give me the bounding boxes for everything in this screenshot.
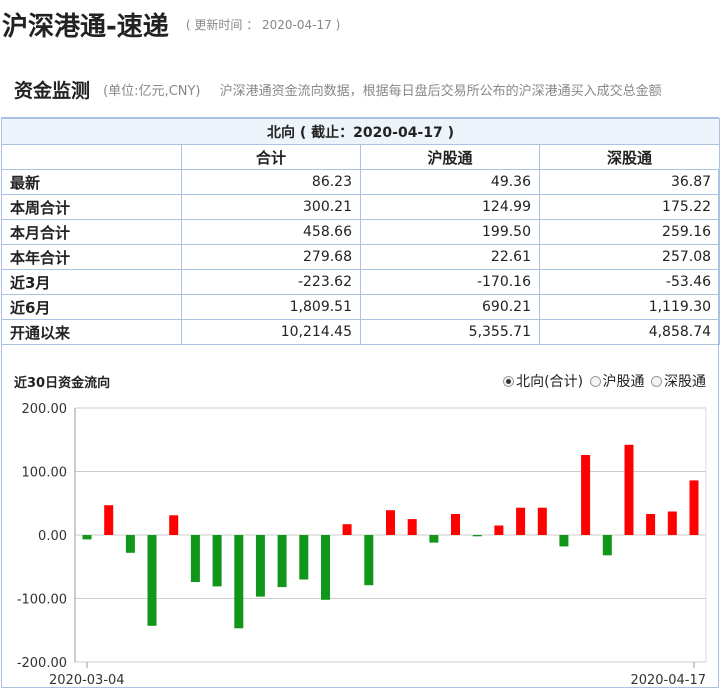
bar [386, 510, 395, 535]
section-title: 资金监测 [14, 80, 91, 102]
header-blank [1, 144, 182, 170]
y-tick-label: 0.00 [38, 529, 67, 544]
page-header: 沪深港通-速递 ( 更新时间 ： 2020-04-17 ) [2, 6, 340, 46]
table-caption: 北向 ( 截止：2020-04-17 ) [0, 118, 721, 145]
bar [169, 515, 179, 535]
cell-shanghai: 199.50 [360, 219, 540, 245]
cell-shenzhen: 175.22 [538, 194, 721, 220]
bar [277, 535, 287, 588]
x-tick-label: 2020-04-17 [630, 673, 706, 688]
cell-total: 10,214.45 [181, 319, 361, 345]
bar [624, 444, 634, 535]
row-label: 最新 [1, 169, 182, 195]
cell-shanghai: 22.61 [360, 244, 540, 270]
bar [407, 519, 417, 535]
update-time: ( 更新时间 ： 2020-04-17 ) [185, 18, 341, 32]
series-selector: 北向(合计) 沪股通 深股通 [501, 371, 706, 391]
y-tick-label: -200.00 [17, 656, 67, 671]
section-description: 沪深港通资金流向数据，根据每日盘后交易所公布的沪深港通买入成交总金额 [219, 84, 662, 99]
bar [342, 524, 352, 535]
bar [581, 455, 591, 535]
cell-shenzhen: -53.46 [538, 269, 721, 295]
cell-shenzhen: 1,119.30 [538, 294, 721, 320]
bar [537, 507, 547, 535]
bar [255, 535, 265, 597]
radio-unselected-icon[interactable] [589, 376, 601, 387]
chart-title: 近30日资金流向 [14, 376, 111, 391]
cell-total: 86.23 [181, 169, 361, 195]
x-tick-label: 2020-03-04 [49, 673, 125, 688]
cell-total: 279.68 [181, 244, 361, 270]
table-row: 本年合计 279.68 22.61 257.08 [1, 244, 721, 270]
cell-shenzhen: 259.16 [538, 219, 721, 245]
cell-shanghai: 5,355.71 [360, 319, 540, 345]
bar [472, 535, 482, 537]
bar [104, 505, 114, 535]
radio-selected-icon[interactable] [503, 376, 515, 387]
y-tick-label: 100.00 [22, 466, 68, 481]
cell-shanghai: -170.16 [360, 269, 540, 295]
flow-bar-chart: 200.00 100.00 0.00 -100.00 -200.00 2020-03-04… [17, 402, 707, 688]
radio-label: 沪股通 [602, 374, 645, 390]
row-label: 近3月 [1, 269, 182, 295]
table-row: 本周合计 300.21 124.99 175.22 [1, 194, 721, 220]
table-row: 开通以来 10,214.45 5,355.71 4,858.74 [1, 319, 721, 345]
bar [321, 535, 330, 600]
bar [429, 535, 439, 543]
cell-shanghai: 49.36 [360, 169, 540, 195]
bar [299, 535, 309, 580]
cell-total: -223.62 [181, 269, 361, 295]
cell-shanghai: 690.21 [360, 294, 540, 320]
bar [147, 535, 157, 626]
row-label: 本周合计 [1, 194, 182, 220]
table-row: 本月合计 458.66 199.50 259.16 [1, 219, 721, 245]
section-header: 资金监测 (单位:亿元,CNY) 沪深港通资金流向数据，根据每日盘后交易所公布的… [14, 76, 722, 106]
bar [559, 535, 569, 547]
bar [212, 535, 222, 587]
table-row: 最新 86.23 49.36 36.87 [1, 169, 721, 195]
radio-shanghai-connect[interactable]: 沪股通 [589, 371, 645, 391]
row-label: 本年合计 [1, 244, 182, 270]
bar [234, 535, 244, 629]
cell-shenzhen: 36.87 [538, 169, 721, 195]
header-total: 合计 [181, 144, 361, 170]
table-row: 近6月 1,809.51 690.21 1,119.30 [1, 294, 721, 320]
header-shenzhen: 深股通 [538, 144, 721, 170]
bar [646, 514, 656, 535]
section-unit: (单位:亿元,CNY) [103, 84, 201, 99]
cell-total: 458.66 [181, 219, 361, 245]
row-label: 本月合计 [1, 219, 182, 245]
cell-total: 1,809.51 [181, 294, 361, 320]
radio-shenzhen-connect[interactable]: 深股通 [651, 371, 706, 391]
bar [82, 535, 92, 540]
bar [667, 511, 677, 535]
bar [190, 535, 200, 582]
bar [125, 535, 135, 553]
bar [451, 514, 460, 535]
cell-shanghai: 124.99 [360, 194, 540, 220]
cell-total: 300.21 [181, 194, 361, 220]
table-header-row: 合计 沪股通 深股通 [1, 144, 721, 170]
table-row: 近3月 -223.62 -170.16 -53.46 [1, 269, 721, 295]
y-tick-label: -100.00 [17, 593, 67, 608]
radio-label: 北向(合计) [516, 374, 584, 390]
y-tick-label: 200.00 [22, 402, 68, 417]
row-label: 近6月 [1, 294, 182, 320]
bar [602, 535, 612, 556]
bar [516, 507, 526, 535]
bar [689, 480, 699, 535]
bar [364, 535, 374, 586]
cell-shenzhen: 257.08 [538, 244, 721, 270]
header-shanghai: 沪股通 [360, 144, 540, 170]
radio-unselected-icon[interactable] [651, 376, 662, 387]
radio-label: 深股通 [664, 374, 706, 390]
cell-shenzhen: 4,858.74 [538, 319, 721, 345]
capital-flow-table: 北向 ( 截止：2020-04-17 ) 合计 沪股通 深股通 最新 86.23… [0, 118, 721, 345]
page-title: 沪深港通-速递 [2, 12, 169, 42]
radio-northbound-total[interactable]: 北向(合计) [503, 371, 583, 391]
row-label: 开通以来 [1, 319, 182, 345]
bar [494, 525, 504, 535]
